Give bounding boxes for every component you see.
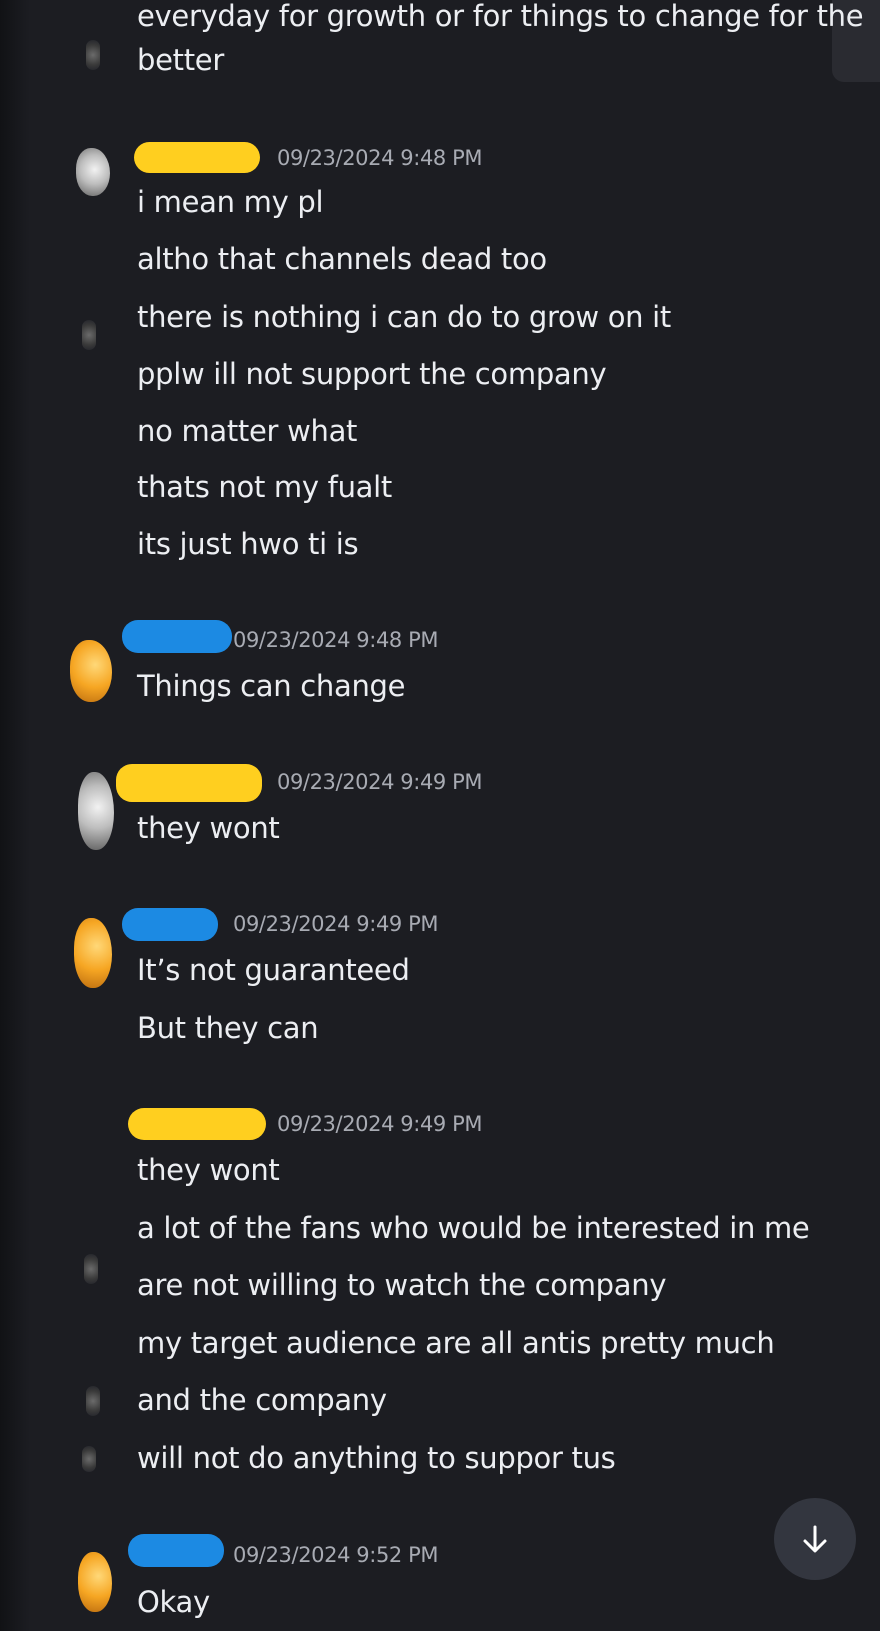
message-timestamp: 09/23/2024 9:49 PM: [277, 770, 483, 794]
message-line: altho that channels dead too: [137, 242, 547, 276]
message-timestamp: 09/23/2024 9:48 PM: [277, 146, 483, 170]
avatar-partial: [82, 1446, 96, 1472]
message-line: a lot of the fans who would be intereste…: [137, 1211, 810, 1245]
chat-message-list[interactable]: everyday for growth or for things to cha…: [0, 0, 880, 1631]
message-line: will not do anything to suppor tus: [137, 1441, 616, 1475]
message-line: and the company: [137, 1383, 387, 1417]
user-avatar[interactable]: [70, 640, 112, 702]
message-line: are not willing to watch the company: [137, 1268, 667, 1302]
message-timestamp: 09/23/2024 9:48 PM: [233, 628, 439, 652]
message-line: It’s not guaranteed: [137, 953, 410, 987]
message-timestamp: 09/23/2024 9:52 PM: [233, 1543, 439, 1567]
message-line: Okay: [137, 1585, 210, 1619]
user-avatar[interactable]: [78, 1552, 112, 1612]
message-line: they wont: [137, 811, 280, 845]
message-line: there is nothing i can do to grow on it: [137, 300, 671, 334]
message-line: no matter what: [137, 414, 358, 448]
username-redaction[interactable]: [122, 620, 232, 653]
username-redaction[interactable]: [128, 1534, 224, 1567]
scroll-to-bottom-button[interactable]: [774, 1498, 856, 1580]
left-edge-shadow: [0, 0, 30, 1631]
message-timestamp: 09/23/2024 9:49 PM: [277, 1112, 483, 1136]
avatar-partial: [86, 40, 100, 70]
message-timestamp: 09/23/2024 9:49 PM: [233, 912, 439, 936]
message-line: But they can: [137, 1011, 319, 1045]
message-line: Things can change: [137, 669, 406, 703]
username-redaction[interactable]: [128, 1108, 266, 1140]
message-line: my target audience are all antis pretty …: [137, 1326, 775, 1360]
avatar-partial: [84, 1254, 98, 1284]
avatar-partial: [86, 1386, 100, 1416]
user-avatar[interactable]: [76, 148, 110, 196]
message-line: its just hwo ti is: [137, 527, 359, 561]
message-line: i mean my pl: [137, 185, 324, 219]
username-redaction[interactable]: [134, 142, 260, 173]
message-line: pplw ill not support the company: [137, 357, 607, 391]
arrow-down-icon: [803, 1525, 827, 1553]
message-line: everyday for growth or for things to cha…: [137, 0, 864, 33]
message-line: better: [137, 43, 224, 77]
user-avatar[interactable]: [74, 918, 112, 988]
username-redaction[interactable]: [122, 908, 218, 941]
message-line: they wont: [137, 1153, 280, 1187]
message-line: thats not my fualt: [137, 470, 392, 504]
user-avatar[interactable]: [78, 772, 114, 850]
username-redaction[interactable]: [116, 764, 262, 802]
avatar-partial: [82, 320, 96, 350]
